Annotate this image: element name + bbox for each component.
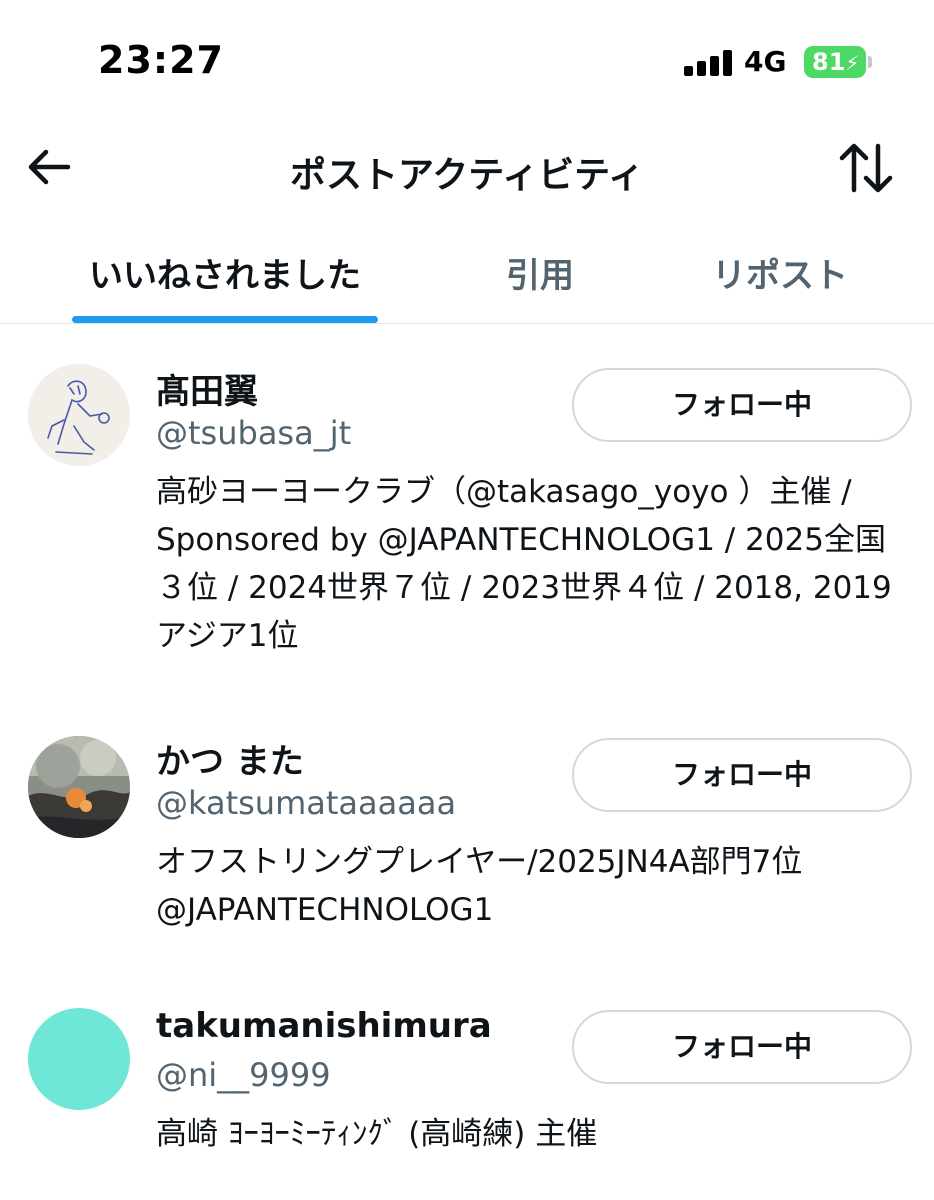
battery-level: 81 — [812, 48, 846, 76]
tab-liked[interactable]: いいねされました — [72, 248, 378, 297]
cellular-signal-icon — [684, 50, 732, 76]
user-bio: オフストリングプレイヤー/2025JN4A部門7位@JAPANTECHNOLOG… — [156, 844, 803, 928]
user-list-item[interactable]: 髙田翼 @tsubasa_jt フォロー中 高砂ヨーヨークラブ（@takasag… — [0, 360, 934, 680]
user-display-name[interactable]: takumanishimura — [156, 1006, 492, 1046]
active-tab-indicator — [72, 316, 378, 323]
avatar[interactable] — [28, 1008, 130, 1110]
following-button[interactable]: フォロー中 — [572, 1010, 912, 1084]
network-type: 4G — [744, 45, 787, 78]
photo-avatar-image — [28, 736, 130, 838]
following-button[interactable]: フォロー中 — [572, 738, 912, 812]
status-bar: 23:27 4G 81⚡ — [0, 0, 934, 120]
page-title: ポストアクティビティ — [290, 155, 644, 196]
avatar[interactable] — [28, 736, 130, 838]
user-list-item[interactable]: takumanishimura @ni__9999 フォロー中 高崎 ﾖｰﾖｰﾐ… — [0, 1004, 934, 1174]
avatar[interactable] — [28, 364, 130, 466]
sort-button[interactable] — [836, 138, 896, 198]
battery-icon: 81⚡ — [804, 46, 866, 78]
header: ポストアクティビティ — [0, 120, 934, 216]
user-handle[interactable]: @ni__9999 — [156, 1056, 331, 1094]
battery-tip — [868, 56, 872, 68]
status-time: 23:27 — [98, 38, 224, 82]
tab-quotes[interactable]: 引用 — [460, 248, 620, 297]
user-display-name[interactable]: かつ また — [156, 734, 304, 783]
user-bio: 高砂ヨーヨークラブ（@takasago_yoyo ）主催 / Sponsored… — [156, 474, 892, 654]
user-handle[interactable]: @katsumataaaaaa — [156, 784, 456, 822]
user-handle[interactable]: @tsubasa_jt — [156, 414, 351, 452]
user-display-name[interactable]: 髙田翼 — [156, 364, 258, 413]
user-list-item[interactable]: かつ また @katsumataaaaaa フォロー中 オフストリングプレイヤー… — [0, 732, 934, 932]
user-bio: 高崎 ﾖｰﾖｰﾐｰﾃｨﾝｸﾞ (高崎練) 主催 — [156, 1116, 598, 1152]
sort-arrows-icon — [839, 143, 893, 193]
following-button[interactable]: フォロー中 — [572, 368, 912, 442]
charging-bolt-icon: ⚡ — [845, 51, 860, 75]
sketch-avatar-image — [28, 364, 130, 466]
tab-reposts[interactable]: リポスト — [690, 248, 870, 297]
tab-bar: いいねされました 引用 リポスト — [0, 230, 934, 324]
